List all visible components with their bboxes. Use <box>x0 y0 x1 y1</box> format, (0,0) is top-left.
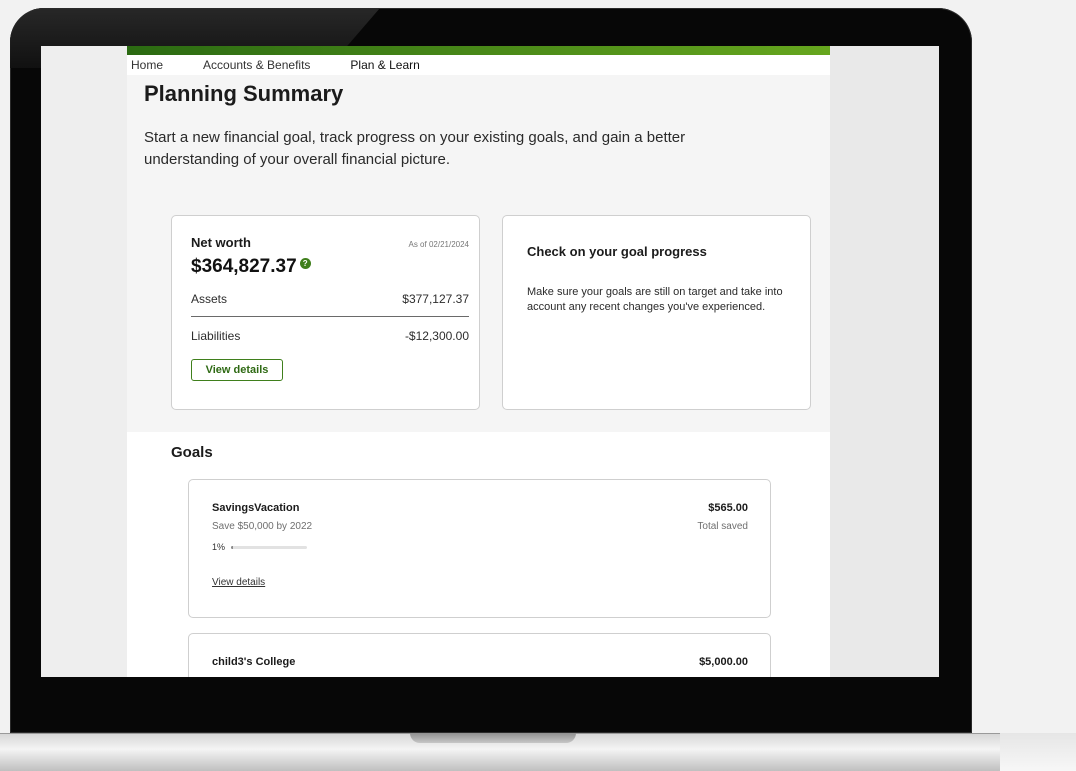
goals-heading: Goals <box>171 444 213 461</box>
net-worth-label: Net worth <box>191 235 251 250</box>
laptop-base-edge <box>1000 733 1076 771</box>
goal-progress-text: Make sure your goals are still on target… <box>527 286 783 313</box>
net-worth-value: $364,827.37 <box>191 256 297 277</box>
liabilities-label: Liabilities <box>191 329 241 343</box>
goal-progress: 1% <box>212 542 308 552</box>
nav-item-home[interactable]: Home <box>131 58 163 72</box>
liabilities-value: -$12,300.00 <box>404 329 469 343</box>
net-worth-card: Net worth As of 02/21/2024 $364,827.37 ?… <box>171 215 480 410</box>
summary-section: Planning Summary Start a new financial g… <box>127 75 830 432</box>
goal-percent: 1% <box>212 542 226 552</box>
goal-view-details-link[interactable]: View details <box>212 577 265 588</box>
top-navigation: Home Accounts & Benefits Plan & Learn <box>127 55 830 75</box>
goal-card[interactable]: child3's College $5,000.00 <box>188 633 771 677</box>
goal-subtitle: Save $50,000 by 2022 <box>212 521 313 532</box>
goal-progress-title: Check on your goal progress <box>527 244 707 259</box>
brand-accent-bar <box>127 46 830 55</box>
progress-fill <box>231 545 234 549</box>
goal-amount: $565.00 <box>708 502 748 514</box>
goal-saved-label: Total saved <box>697 521 748 532</box>
net-worth-value-row: $364,827.37 ? <box>191 256 311 278</box>
goal-name: child3's College <box>212 656 296 668</box>
net-worth-divider <box>191 316 469 317</box>
page-intro: Start a new financial goal, track progre… <box>144 129 686 168</box>
screen-gutter <box>830 46 939 677</box>
planning-page: Home Accounts & Benefits Plan & Learn Pl… <box>127 46 830 677</box>
laptop-mockup: Home Accounts & Benefits Plan & Learn Pl… <box>0 0 1076 771</box>
progress-track <box>231 545 308 549</box>
nav-item-plan-learn[interactable]: Plan & Learn <box>350 58 419 72</box>
help-icon[interactable]: ? <box>299 258 311 269</box>
laptop-notch <box>410 733 576 743</box>
liabilities-row: Liabilities -$12,300.00 <box>191 329 469 343</box>
assets-value: $377,127.37 <box>402 292 469 306</box>
view-details-button[interactable]: View details <box>191 359 283 381</box>
goal-progress-card: Check on your goal progress Make sure yo… <box>502 215 811 410</box>
goal-name: SavingsVacation <box>212 502 300 514</box>
goal-amount: $5,000.00 <box>699 656 748 668</box>
assets-label: Assets <box>191 292 228 306</box>
assets-row: Assets $377,127.37 <box>191 292 469 306</box>
page-title: Planning Summary <box>144 81 344 106</box>
net-worth-as-of: As of 02/21/2024 <box>408 240 470 249</box>
goal-card[interactable]: SavingsVacation $565.00 Save $50,000 by … <box>188 479 771 618</box>
nav-item-accounts-benefits[interactable]: Accounts & Benefits <box>203 58 310 72</box>
